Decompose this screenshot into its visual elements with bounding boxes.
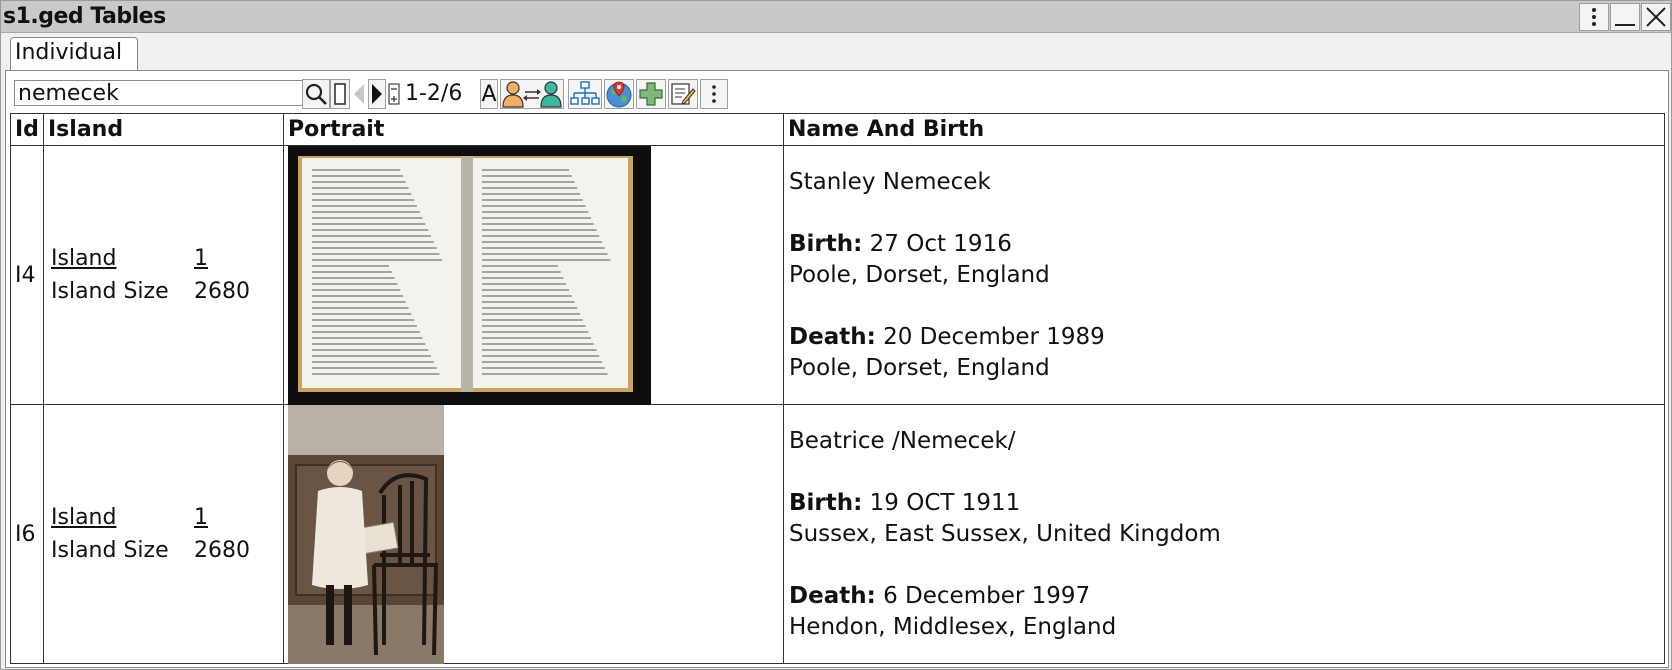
row-id: I4 [10, 145, 44, 405]
page-counter: 1-2/6 [405, 81, 463, 106]
column-header-island[interactable]: Island [43, 113, 284, 146]
row-size-icon [388, 83, 400, 105]
font-button[interactable]: A [480, 79, 498, 109]
column-header-id[interactable]: Id [10, 113, 44, 146]
death-label: Death: [789, 582, 876, 609]
table-header-row: Id Island Portrait Name And Birth [10, 113, 1665, 146]
select-mode-icon [334, 83, 346, 105]
individual-table: Id Island Portrait Name And Birth I4 Isl… [10, 113, 1665, 664]
island-cell: Island 1 Island Size 2680 [43, 145, 284, 405]
island-cell: Island 1 Island Size 2680 [43, 404, 284, 664]
add-icon [639, 82, 663, 106]
island-link[interactable]: Island [51, 501, 194, 534]
island-size-label: Island Size [51, 538, 169, 563]
birth-label: Birth: [789, 489, 863, 516]
portrait-image[interactable] [288, 146, 651, 405]
death-place: Hendon, Middlesex, England [789, 613, 1117, 640]
column-header-name-and-birth[interactable]: Name And Birth [783, 113, 1665, 146]
person-name: Beatrice /Nemecek/ [789, 427, 1016, 454]
row-size-button[interactable] [386, 79, 402, 109]
tables-window: s1.ged Tables Individual nemecek 1-2/6 A… [0, 0, 1672, 670]
table-panel: 1-2/6 A [5, 70, 1669, 668]
table-row[interactable]: I4 Island 1 Island Size 2680 Stanley Nem… [10, 145, 1665, 405]
font-icon: A [481, 81, 497, 107]
birth-label: Birth: [789, 230, 863, 257]
column-header-portrait[interactable]: Portrait [283, 113, 784, 146]
open-book-photo [288, 146, 651, 405]
tree-icon [570, 81, 600, 105]
tab-individual[interactable]: Individual [10, 37, 138, 71]
toolbar: 1-2/6 A [10, 75, 1660, 109]
previous-button[interactable] [350, 79, 368, 109]
death-label: Death: [789, 323, 876, 350]
search-button[interactable] [302, 79, 330, 109]
minimize-button[interactable] [1610, 3, 1640, 31]
swap-persons-button[interactable] [500, 79, 564, 109]
row-id: I6 [10, 404, 44, 664]
death-date: 6 December 1997 [883, 582, 1091, 609]
island-size-label: Island Size [51, 279, 169, 304]
birth-date: 19 OCT 1911 [869, 489, 1021, 516]
girl-with-chair-photo [288, 405, 444, 664]
previous-icon [354, 84, 364, 104]
more-icon [712, 85, 716, 103]
next-button[interactable] [368, 79, 386, 109]
portrait-cell [283, 404, 784, 664]
birth-date: 27 Oct 1916 [869, 230, 1012, 257]
map-button[interactable] [604, 79, 634, 109]
map-icon [606, 81, 632, 108]
search-input[interactable] [14, 80, 304, 106]
island-link[interactable]: Island [51, 242, 194, 275]
select-mode-button[interactable] [330, 79, 350, 109]
island-value-link[interactable]: 1 [194, 242, 208, 275]
island-size-value: 2680 [194, 538, 250, 563]
tab-individual-label: Individual [15, 40, 123, 65]
close-button[interactable] [1641, 3, 1671, 31]
next-icon [372, 84, 382, 104]
name-and-birth-cell: Stanley Nemecek Birth: 27 Oct 1916 Poole… [783, 145, 1665, 405]
window-menu-button[interactable] [1579, 3, 1609, 31]
island-size-value: 2680 [194, 279, 250, 304]
title-bar[interactable]: s1.ged Tables [1, 1, 1671, 33]
edit-icon [671, 83, 696, 105]
more-button[interactable] [700, 79, 728, 109]
island-value-link[interactable]: 1 [194, 501, 208, 534]
tree-button[interactable] [568, 79, 602, 109]
close-icon [1646, 7, 1666, 27]
edit-button[interactable] [668, 79, 698, 109]
death-date: 20 December 1989 [883, 323, 1105, 350]
portrait-cell [283, 145, 784, 405]
add-button[interactable] [636, 79, 666, 109]
birth-place: Sussex, East Sussex, United Kingdom [789, 520, 1221, 547]
minimize-icon [1615, 24, 1635, 26]
portrait-image[interactable] [288, 405, 444, 664]
birth-place: Poole, Dorset, England [789, 261, 1050, 288]
table-row[interactable]: I6 Island 1 Island Size 2680 Beatrice /N… [10, 404, 1665, 664]
name-and-birth-cell: Beatrice /Nemecek/ Birth: 19 OCT 1911 Su… [783, 404, 1665, 664]
search-icon [305, 83, 327, 105]
kebab-menu-icon [1592, 8, 1596, 26]
person-name: Stanley Nemecek [789, 168, 991, 195]
swap-persons-icon [502, 81, 562, 108]
death-place: Poole, Dorset, England [789, 354, 1050, 381]
window-title: s1.ged Tables [3, 4, 166, 29]
